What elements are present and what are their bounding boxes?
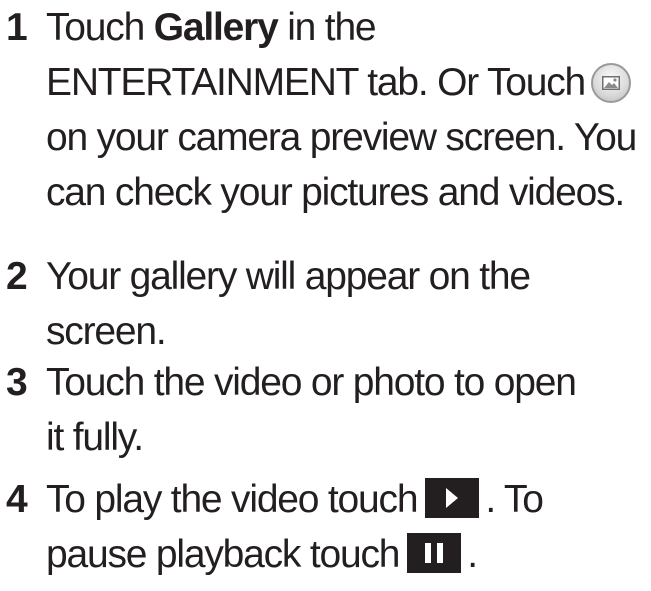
step-line: To play the video touch . To [46, 472, 544, 527]
gallery-icon [591, 63, 632, 103]
step-number: 3 [6, 361, 28, 404]
play-icon [425, 478, 480, 518]
step-text: . To [485, 478, 544, 521]
step-number: 4 [6, 478, 28, 521]
step-line: Touch Gallery in the [46, 0, 636, 55]
step-text: pause playback touch [46, 533, 400, 576]
step-text: ENTERTAINMENT tab. Or Touch [46, 61, 586, 104]
step-3: 3 Touch the video or photo to open it fu… [0, 355, 577, 465]
step-line: pause playback touch. [46, 527, 543, 582]
step-number: 1 [6, 6, 28, 49]
step-line: can check your pictures and videos. [46, 171, 625, 214]
step-2: 2 Your gallery will appear on the screen… [0, 249, 531, 359]
step-text: in the [277, 6, 376, 49]
step-text: . [467, 533, 478, 576]
step-4: 4 To play the video touch . To pause play… [0, 472, 544, 582]
gallery-keyword: Gallery [153, 6, 279, 49]
step-line: ENTERTAINMENT tab. Or Touch [46, 55, 636, 110]
step-text: Touch [46, 6, 154, 49]
step-text: To play the video touch [46, 478, 419, 521]
step-line: Touch the video or photo to open [46, 361, 577, 404]
step-1: 1 Touch Gallery in the ENTERTAINMENT tab… [0, 0, 637, 220]
step-line: on your camera preview screen. You [46, 116, 637, 159]
step-number: 2 [6, 255, 28, 298]
step-line: screen. [46, 310, 167, 353]
pause-icon [407, 533, 462, 573]
step-line: it fully. [46, 416, 144, 459]
step-line: Your gallery will appear on the [46, 255, 531, 298]
